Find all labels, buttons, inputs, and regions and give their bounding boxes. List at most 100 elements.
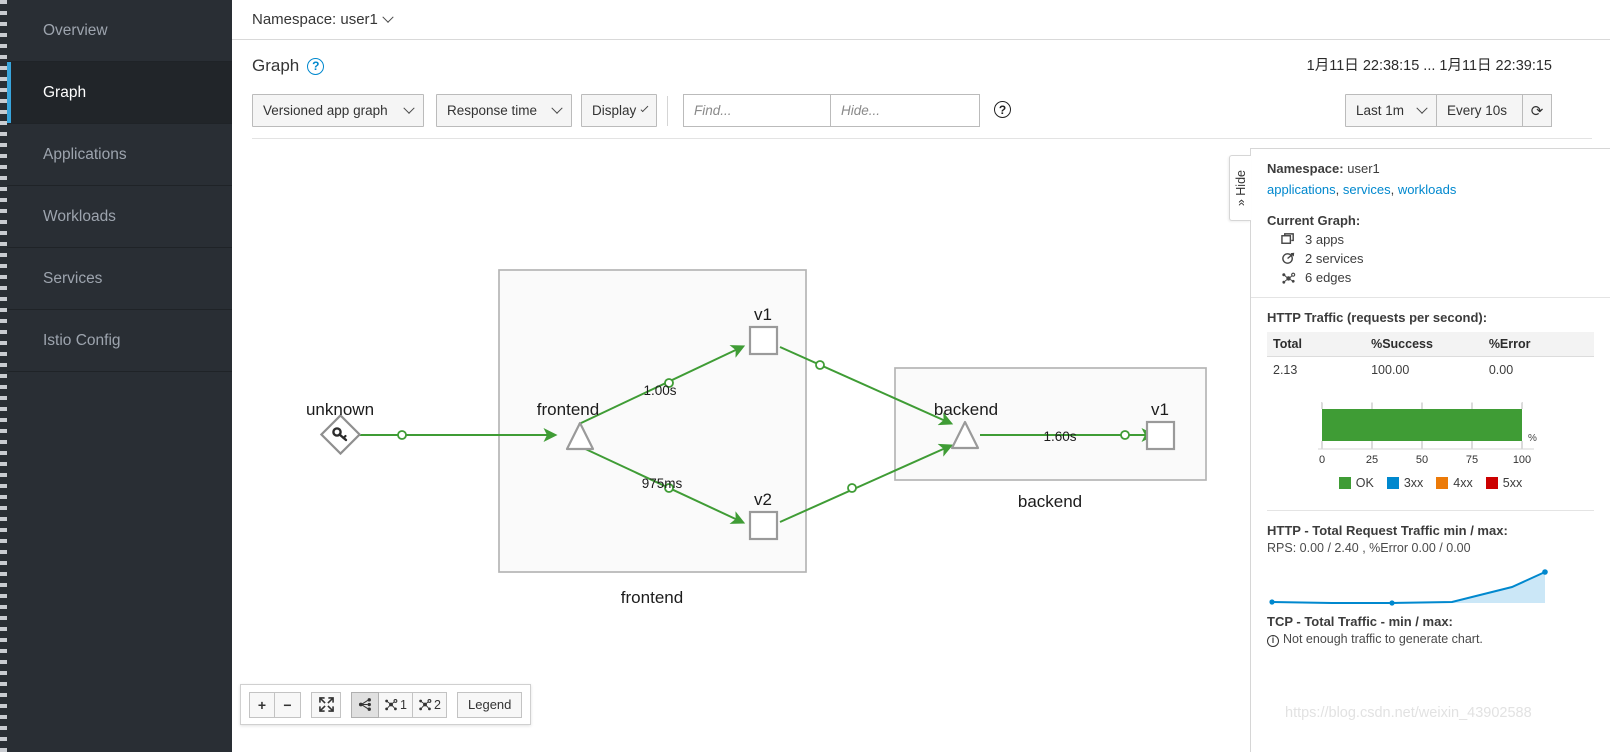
node-backend-v1[interactable] [1145,420,1176,451]
cell-total: 2.13 [1273,363,1298,377]
edge-marker [1120,430,1130,440]
stat-apps-label: 3 apps [1305,232,1345,247]
legend-swatch-4xx [1436,477,1449,489]
sidebar-item-label: Services [43,269,103,287]
edge-label-frontend-v2: 975ms [642,476,683,491]
links-sep: , [1390,182,1398,197]
node-frontend-v2[interactable] [748,510,779,541]
info-icon: i [1267,634,1279,647]
xtick-100: 100 [1512,454,1530,466]
legend-swatch-3xx [1386,477,1399,489]
request-traffic-section: HTTP - Total Request Traffic min / max: … [1251,511,1610,659]
tcp-traffic-value-row: i Not enough traffic to generate chart. [1267,632,1594,647]
http-traffic-section: HTTP Traffic (requests per second): Tota… [1251,298,1610,502]
hide-panel-label: » Hide [1233,169,1248,207]
help-icon[interactable]: ? [307,57,325,75]
duration-dropdown[interactable]: Last 1m [1345,94,1437,127]
zoom-out-button[interactable]: − [275,691,301,718]
xtick-0: 0 [1318,454,1324,466]
node-unknown[interactable] [319,413,362,456]
traffic-table: Total %Success %Error 2.13 100.00 0.00 [1267,332,1594,383]
tcp-traffic-title: TCP - Total Traffic - min / max: [1267,614,1453,629]
find-input[interactable] [683,94,831,127]
sidebar-item-istio-config[interactable]: Istio Config [7,310,232,372]
graph-type-dropdown[interactable]: Versioned app graph [252,94,424,127]
success-rate-chart: % 0 25 50 75 100 [1267,397,1594,469]
page-title: Graph [252,56,300,75]
legend-button[interactable]: Legend [457,691,523,718]
request-traffic-title: HTTP - Total Request Traffic min / max: [1267,523,1508,538]
legend-item-4xx[interactable]: 4xx [1436,476,1473,490]
sidebar-item-label: Istio Config [43,331,121,349]
sidebar-item-workloads[interactable]: Workloads [7,186,232,248]
legend-label-ok: OK [1355,476,1374,490]
chevron-down-icon [382,11,394,23]
column-header-total: Total [1267,332,1366,357]
hide-input[interactable] [830,94,980,127]
refresh-button[interactable]: ⟳ [1522,94,1552,127]
edge-labels-label: Response time [447,103,538,118]
namespace-key: Namespace: [1267,161,1344,176]
fit-controls [311,691,341,718]
namespace-bar: Namespace: user1 [232,0,1610,40]
links-sep: , [1335,182,1343,197]
legend-label: Legend [468,697,512,712]
node-label-frontend: frontend [537,400,599,419]
namespace-selector[interactable]: Namespace: user1 [252,11,394,28]
chevron-down-icon [640,103,649,112]
xtick-75: 75 [1465,454,1477,466]
sidebar: Overview Graph Applications Workloads Se… [0,0,232,752]
sidebar-item-graph[interactable]: Graph [7,62,232,124]
column-header-error: %Error [1482,332,1594,357]
layout-2-button[interactable]: 2 [413,691,447,718]
layout-default-button[interactable] [351,691,379,718]
graph-type-label: Versioned app graph [263,103,388,118]
layout-controls: 1 2 [351,691,447,718]
tcp-traffic-value: Not enough traffic to generate chart. [1283,632,1483,646]
stat-services-label: 2 services [1305,251,1364,266]
fit-to-screen-button[interactable] [311,691,341,718]
zoom-in-label: + [257,696,267,713]
namespace-value: user1 [1347,161,1380,176]
sparkline-point [1269,599,1275,605]
sparkline-point [1542,569,1548,575]
find-hide-help-icon[interactable]: ? [994,101,1011,118]
sidebar-item-overview[interactable]: Overview [7,0,232,62]
apps-icon [1281,233,1294,244]
legend-item-ok[interactable]: OK [1338,476,1374,490]
hide-panel-button[interactable]: » Hide [1229,155,1251,221]
graph-nodes-icon [419,699,432,711]
zoom-in-button[interactable]: + [249,691,275,718]
current-graph-title: Current Graph: [1267,213,1361,228]
legend-swatch-ok [1338,477,1351,489]
sidebar-item-label: Workloads [43,207,116,225]
layout-1-button[interactable]: 1 [379,691,413,718]
table-row: 2.13 100.00 0.00 [1267,357,1594,384]
edge-marker [847,483,857,493]
layout-2-label: 2 [434,697,441,712]
sidebar-item-services[interactable]: Services [7,248,232,310]
link-workloads[interactable]: workloads [1398,182,1457,197]
sidebar-item-applications[interactable]: Applications [7,124,232,186]
time-range-label: 1月11日 22:38:15 ... 1月11日 22:39:15 [1306,58,1552,74]
legend-item-5xx[interactable]: 5xx [1485,476,1522,490]
group-label-frontend: frontend [621,588,683,607]
fit-screen-icon [318,697,334,712]
table-header-row: Total %Success %Error [1267,332,1594,357]
layout-1-label: 1 [400,697,407,712]
legend-item-3xx[interactable]: 3xx [1386,476,1423,490]
link-services[interactable]: services [1343,182,1391,197]
node-frontend-v1[interactable] [748,325,779,356]
edge-marker [397,430,407,440]
link-applications[interactable]: applications [1267,182,1336,197]
request-traffic-sparkline [1269,569,1548,606]
chevron-down-icon [551,102,563,114]
sidebar-drag-edge[interactable] [0,0,7,752]
chevron-down-icon [1416,102,1428,114]
display-dropdown[interactable]: Display [581,94,657,127]
bar-ok [1321,409,1522,441]
node-label-frontend-v2: v2 [754,490,772,509]
edge-labels-dropdown[interactable]: Response time [436,94,572,127]
display-label: Display [592,103,637,118]
chevron-down-icon [403,102,415,114]
